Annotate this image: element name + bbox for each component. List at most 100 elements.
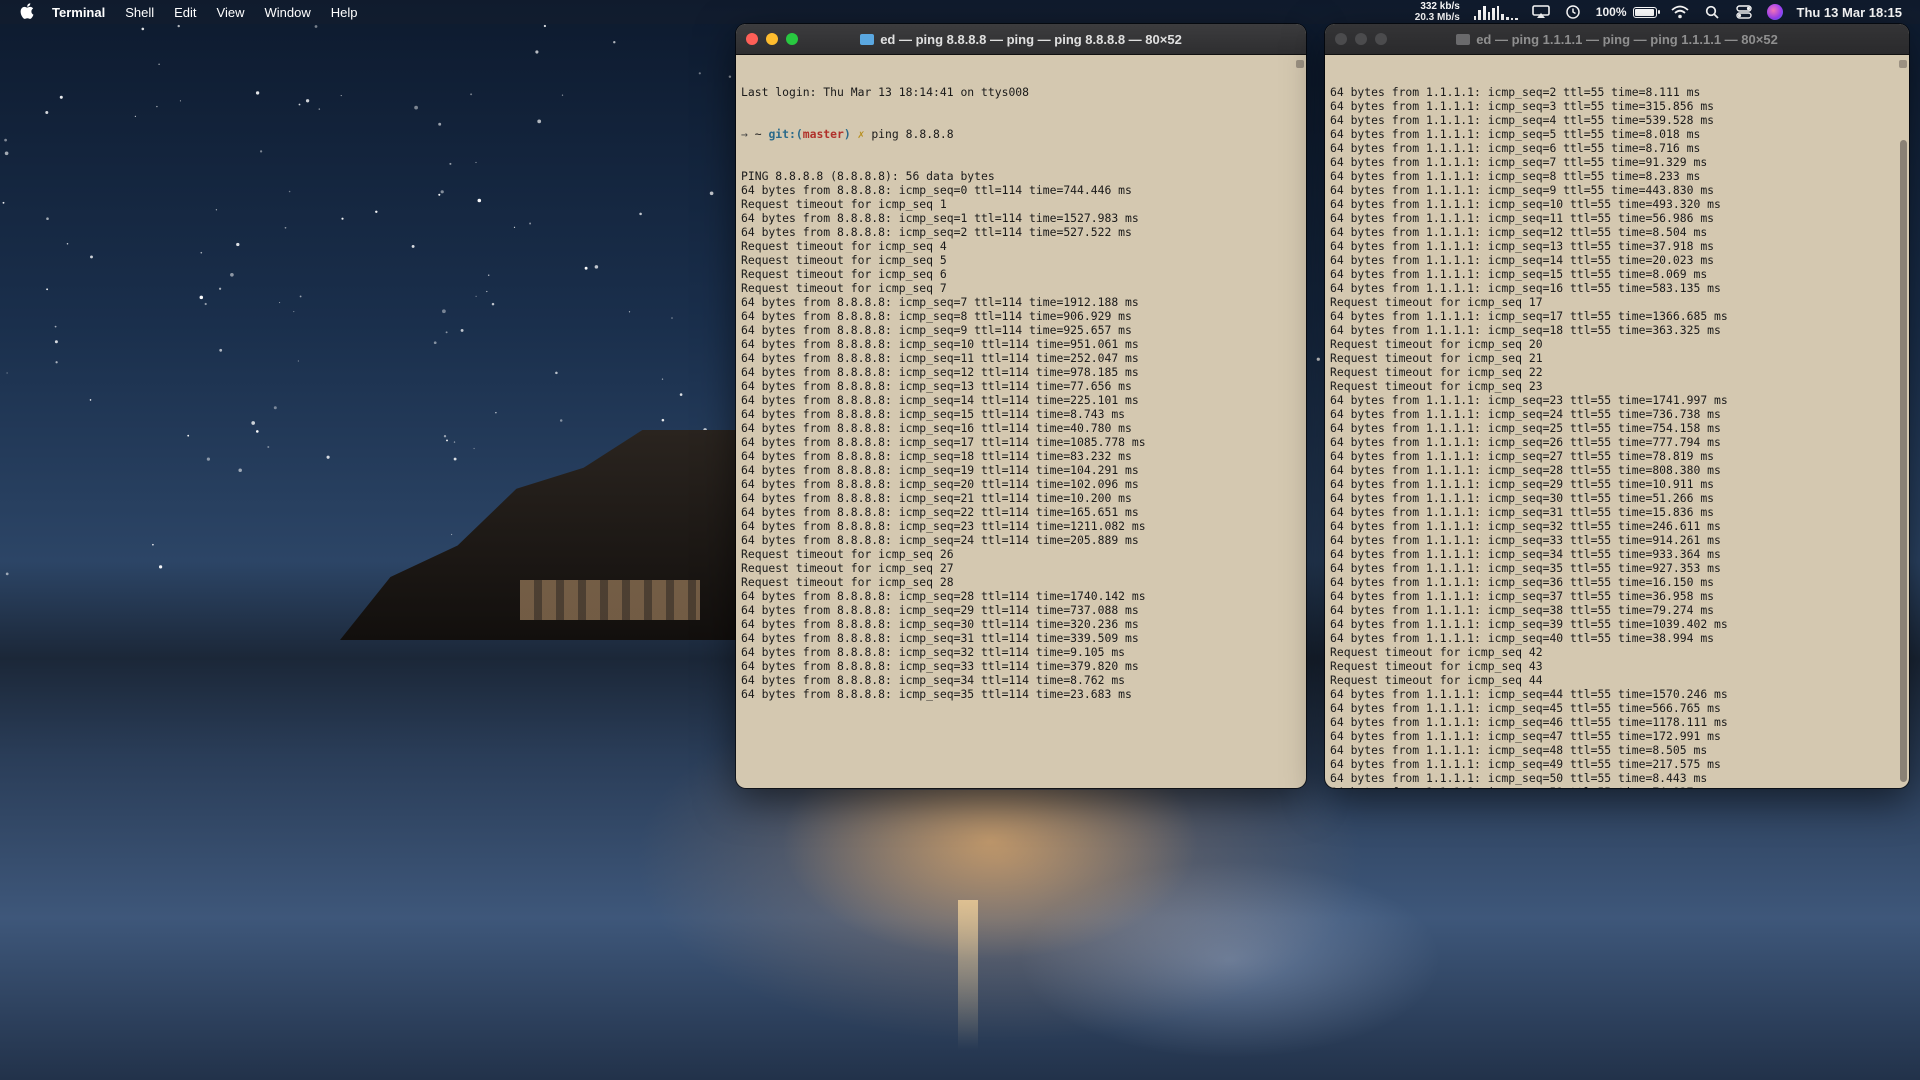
star (453, 457, 457, 461)
output-line: 64 bytes from 1.1.1.1: icmp_seq=32 ttl=5… (1330, 519, 1721, 533)
output-line: 64 bytes from 1.1.1.1: icmp_seq=50 ttl=5… (1330, 771, 1708, 785)
prompt-arrow: → (741, 127, 748, 141)
star (158, 565, 163, 569)
network-activity-icon[interactable] (1473, 4, 1518, 20)
menu-help[interactable]: Help (331, 5, 358, 20)
star (535, 50, 539, 54)
network-speed[interactable]: 332 kb/s 20.3 Mb/s (1415, 1, 1460, 23)
star (661, 378, 664, 380)
output-line: 64 bytes from 1.1.1.1: icmp_seq=23 ttl=5… (1330, 393, 1728, 407)
menu-view[interactable]: View (217, 5, 245, 20)
star (4, 138, 7, 142)
terminal-window-ping-1111[interactable]: ed — ping 1.1.1.1 — ping — ping 1.1.1.1 … (1325, 24, 1909, 788)
star (238, 468, 242, 472)
star (230, 272, 234, 277)
menu-app-terminal[interactable]: Terminal (52, 5, 105, 20)
output-line: 64 bytes from 1.1.1.1: icmp_seq=44 ttl=5… (1330, 687, 1728, 701)
output-line: 64 bytes from 8.8.8.8: icmp_seq=19 ttl=1… (741, 463, 1139, 477)
output-line: 64 bytes from 8.8.8.8: icmp_seq=17 ttl=1… (741, 435, 1146, 449)
output-line: 64 bytes from 1.1.1.1: icmp_seq=5 ttl=55… (1330, 127, 1701, 141)
scrollbar[interactable] (1296, 60, 1304, 782)
prompt-home: ~ (754, 127, 762, 141)
star (475, 161, 477, 164)
siri-icon[interactable] (1766, 4, 1783, 20)
star (206, 457, 210, 461)
star (698, 72, 701, 75)
star (543, 24, 547, 28)
output-line: 64 bytes from 1.1.1.1: icmp_seq=36 ttl=5… (1330, 575, 1715, 589)
output-line: 64 bytes from 1.1.1.1: icmp_seq=45 ttl=5… (1330, 701, 1721, 715)
output-line: 64 bytes from 8.8.8.8: icmp_seq=22 ttl=1… (741, 505, 1139, 519)
battery-fill (1634, 8, 1654, 16)
star (709, 191, 714, 196)
control-center-icon[interactable] (1735, 4, 1753, 20)
clock[interactable]: Thu 13 Mar 18:15 (1797, 5, 1903, 20)
search-icon[interactable] (1703, 4, 1721, 20)
menu-edit[interactable]: Edit (174, 5, 196, 20)
prompt-branch: master (802, 127, 844, 141)
scroll-thumb[interactable] (1900, 140, 1907, 782)
star (2, 201, 5, 204)
output-line: 64 bytes from 1.1.1.1: icmp_seq=3 ttl=55… (1330, 99, 1715, 113)
output-line: 64 bytes from 1.1.1.1: icmp_seq=40 ttl=5… (1330, 631, 1715, 645)
close-button[interactable] (746, 33, 758, 45)
battery-status[interactable]: 100% (1596, 5, 1660, 19)
scroll-up-icon[interactable] (1899, 60, 1907, 68)
terminal-output[interactable]: 64 bytes from 1.1.1.1: icmp_seq=2 ttl=55… (1325, 55, 1909, 788)
airplay-icon[interactable] (1531, 4, 1550, 20)
output-line: Request timeout for icmp_seq 26 (741, 547, 954, 561)
wifi-icon[interactable] (1670, 4, 1689, 20)
scroll-up-icon[interactable] (1296, 60, 1304, 68)
output-line: 64 bytes from 8.8.8.8: icmp_seq=11 ttl=1… (741, 351, 1139, 365)
output-line: 64 bytes from 1.1.1.1: icmp_seq=49 ttl=5… (1330, 757, 1721, 771)
output-line: Request timeout for icmp_seq 27 (741, 561, 954, 575)
minimize-button[interactable] (1355, 33, 1367, 45)
scrollbar[interactable] (1899, 60, 1907, 782)
output-line: Request timeout for icmp_seq 20 (1330, 337, 1543, 351)
star (215, 209, 218, 211)
output-line: 64 bytes from 8.8.8.8: icmp_seq=35 ttl=1… (741, 687, 1132, 701)
menu-window[interactable]: Window (265, 5, 311, 20)
star (594, 265, 599, 269)
terminal-window-ping-8888[interactable]: ed — ping 8.8.8.8 — ping — ping 8.8.8.8 … (736, 24, 1306, 788)
output-line: 64 bytes from 8.8.8.8: icmp_seq=13 ttl=1… (741, 379, 1132, 393)
time-machine-icon[interactable] (1564, 4, 1582, 20)
menu-shell[interactable]: Shell (125, 5, 154, 20)
output-line: 64 bytes from 8.8.8.8: icmp_seq=32 ttl=1… (741, 645, 1126, 659)
star (341, 217, 344, 220)
star (475, 295, 477, 297)
star (59, 95, 63, 99)
folder-icon (1456, 33, 1471, 45)
star (158, 63, 160, 66)
login-line: Last login: Thu Mar 13 18:14:41 on ttys0… (741, 85, 1030, 99)
output-line: Request timeout for icmp_seq 7 (741, 281, 947, 295)
minimize-button[interactable] (766, 33, 778, 45)
star (477, 198, 482, 203)
zoom-button[interactable] (1375, 33, 1387, 45)
window-titlebar[interactable]: ed — ping 1.1.1.1 — ping — ping 1.1.1.1 … (1325, 24, 1909, 55)
star (537, 119, 542, 124)
star (375, 210, 378, 214)
net-upload: 332 kb/s (1420, 1, 1460, 12)
star (284, 226, 287, 229)
output-line: 64 bytes from 8.8.8.8: icmp_seq=21 ttl=1… (741, 491, 1132, 505)
star (460, 328, 464, 332)
output-line: 64 bytes from 8.8.8.8: icmp_seq=30 ttl=1… (741, 617, 1139, 631)
output-line: Request timeout for icmp_seq 23 (1330, 379, 1543, 393)
window-titlebar[interactable]: ed — ping 8.8.8.8 — ping — ping 8.8.8.8 … (736, 24, 1306, 55)
output-line: Request timeout for icmp_seq 1 (741, 197, 947, 211)
star (156, 105, 158, 108)
prompt-line: → ~ git:(master) ✗ ping 8.8.8.8 (741, 127, 1290, 141)
close-button[interactable] (1335, 33, 1347, 45)
apple-icon[interactable] (18, 3, 36, 21)
output-line: 64 bytes from 1.1.1.1: icmp_seq=10 ttl=5… (1330, 197, 1721, 211)
wallpaper-reflection-spike (958, 900, 978, 1050)
terminal-output[interactable]: Last login: Thu Mar 13 18:14:41 on ttys0… (736, 55, 1306, 788)
output-line: 64 bytes from 1.1.1.1: icmp_seq=33 ttl=5… (1330, 533, 1721, 547)
output-line: 64 bytes from 1.1.1.1: icmp_seq=18 ttl=5… (1330, 323, 1721, 337)
output-line: Request timeout for icmp_seq 4 (741, 239, 947, 253)
star (486, 290, 488, 293)
output-line: 64 bytes from 8.8.8.8: icmp_seq=14 ttl=1… (741, 393, 1139, 407)
zoom-button[interactable] (786, 33, 798, 45)
star (453, 441, 456, 443)
